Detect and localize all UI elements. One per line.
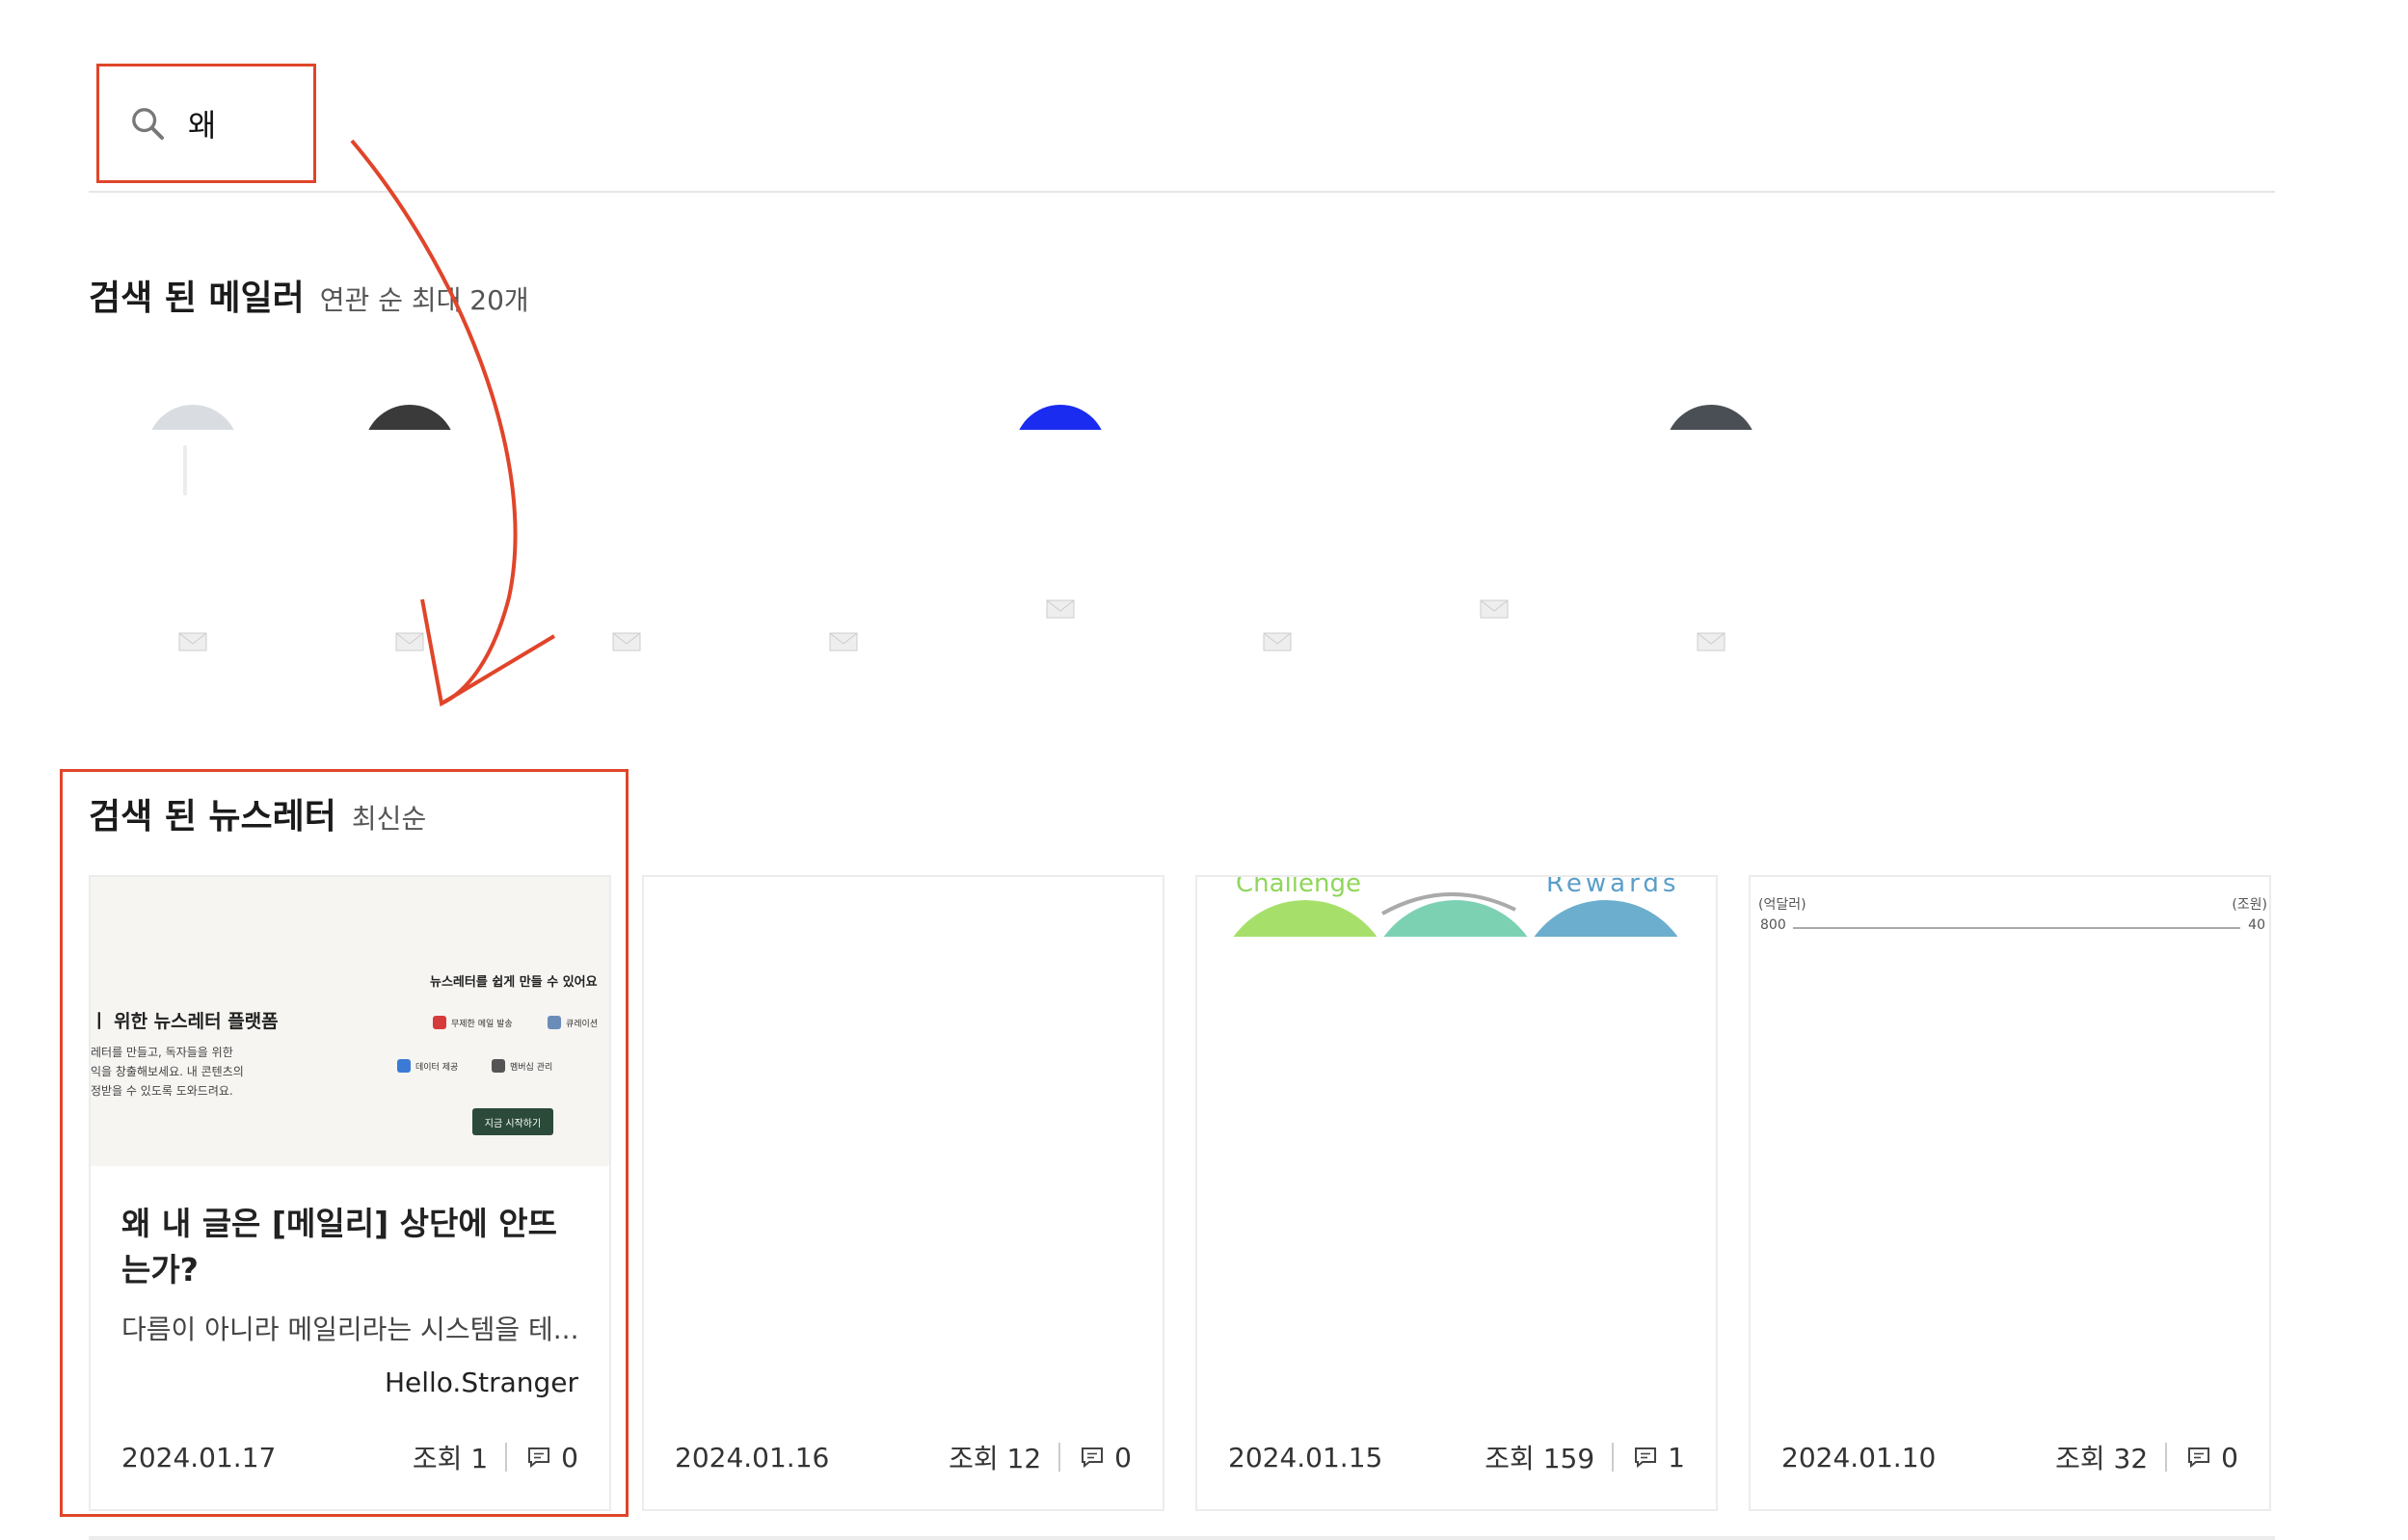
comment-icon	[2188, 1447, 2210, 1469]
envelope-icon[interactable]	[829, 632, 858, 651]
card-footer: 2024.01.16 조회 12 0	[675, 1438, 1132, 1476]
member-icon	[492, 1059, 505, 1073]
mailer-list	[89, 395, 1785, 684]
card-date: 2024.01.10	[1781, 1441, 1937, 1474]
card-author[interactable]: Hello.Stranger	[385, 1367, 578, 1398]
avatar-edge	[183, 445, 187, 495]
card-views: 조회 32	[2055, 1443, 2149, 1474]
mailer-item[interactable]	[569, 395, 684, 684]
thumb-value-left: 800	[1760, 917, 1786, 933]
chart-icon	[397, 1059, 411, 1073]
search-box[interactable]: 왜	[96, 64, 316, 183]
comment-icon	[528, 1447, 550, 1469]
thumb-graphic	[1233, 891, 1678, 937]
separator	[2165, 1443, 2168, 1472]
card-views: 조회 1	[412, 1443, 489, 1474]
avatar[interactable]	[352, 405, 468, 430]
card-date: 2024.01.17	[121, 1441, 277, 1474]
mailer-item[interactable]	[1653, 395, 1769, 684]
thumb-feature: 데이터 제공	[397, 1059, 458, 1073]
card-title[interactable]: 왜 내 글은 [메일리] 상단에 안뜨는가?	[121, 1201, 584, 1293]
divider	[89, 191, 2275, 193]
envelope-icon[interactable]	[178, 632, 207, 651]
curation-icon	[548, 1016, 561, 1029]
newsletter-card[interactable]: Challenge Rewards 2024.01.15 조회 159 1	[1195, 875, 1718, 1511]
mailer-item[interactable]	[135, 395, 251, 684]
mailers-subtitle: 연관 순 최대 20개	[319, 284, 529, 316]
card-comments: 0	[526, 1442, 578, 1474]
envelope-icon[interactable]	[395, 632, 424, 651]
card-thumbnail: 뉴스레터를 쉽게 만들 수 있어요 ㅣ 위한 뉴스레터 플랫폼 레터를 만들고,…	[91, 877, 609, 1166]
thumb-cta-button: 지금 시작하기	[472, 1108, 553, 1135]
envelope-icon[interactable]	[1697, 632, 1726, 651]
mailer-item[interactable]	[352, 395, 468, 684]
thumb-right-title: 뉴스레터를 쉽게 만들 수 있어요	[430, 975, 598, 990]
card-comments: 0	[2186, 1442, 2238, 1474]
card-description: 다름이 아니라 메일리라는 시스템을 테...	[121, 1314, 579, 1345]
card-date: 2024.01.15	[1228, 1441, 1383, 1474]
separator	[505, 1443, 508, 1472]
thumb-headline: ㅣ 위한 뉴스레터 플랫폼	[91, 1011, 279, 1032]
envelope-icon[interactable]	[1480, 599, 1509, 619]
avatar[interactable]	[1653, 405, 1769, 430]
newsletter-card[interactable]: 2024.01.16 조회 12 0	[642, 875, 1164, 1511]
thumb-body: 레터를 만들고, 독자들을 위한 익을 창출해보세요. 내 콘텐츠의 정받을 수…	[91, 1046, 244, 1098]
mailer-item[interactable]	[1003, 395, 1118, 684]
mailers-section-title: 검색 된 메일러 연관 순 최대 20개	[89, 270, 529, 320]
mailer-item[interactable]	[1436, 395, 1552, 684]
search-input[interactable]: 왜	[188, 101, 216, 146]
thumb-unit-right: (조원)	[2232, 897, 2267, 913]
comment-icon	[1635, 1447, 1657, 1469]
card-comments: 0	[1080, 1442, 1132, 1474]
envelope-icon[interactable]	[1046, 599, 1075, 619]
search-icon	[132, 108, 164, 140]
thumb-feature: 무제한 메일 발송	[433, 1016, 513, 1029]
next-row-edge	[89, 1536, 2275, 1540]
avatar[interactable]	[135, 405, 251, 430]
thumb-feature: 멤버십 관리	[492, 1059, 552, 1073]
comment-icon	[1082, 1447, 1104, 1469]
avatar[interactable]	[1003, 405, 1118, 430]
card-footer: 2024.01.15 조회 159 1	[1228, 1438, 1685, 1476]
newsletter-card[interactable]: 뉴스레터를 쉽게 만들 수 있어요 ㅣ 위한 뉴스레터 플랫폼 레터를 만들고,…	[89, 875, 611, 1511]
mailer-item[interactable]	[1219, 395, 1335, 684]
mailer-item[interactable]	[786, 395, 901, 684]
card-thumbnail: (억달러) (조원) 800 40	[1751, 877, 2269, 937]
newsletter-card[interactable]: (억달러) (조원) 800 40 2024.01.10 조회 32 0	[1749, 875, 2271, 1511]
card-footer: 2024.01.17 조회 1 0	[121, 1438, 578, 1476]
card-views: 조회 159	[1485, 1443, 1595, 1474]
card-views: 조회 12	[949, 1443, 1042, 1474]
envelope-icon[interactable]	[1263, 632, 1292, 651]
separator	[1612, 1443, 1615, 1472]
card-thumbnail: Challenge Rewards	[1197, 877, 1716, 937]
card-footer: 2024.01.10 조회 32 0	[1781, 1438, 2238, 1476]
thumb-axis-line	[1793, 927, 2240, 929]
card-date: 2024.01.16	[675, 1441, 830, 1474]
thumb-value-right: 40	[2248, 917, 2265, 933]
thumb-feature: 큐레이션	[548, 1016, 598, 1029]
mailbox-icon	[433, 1016, 446, 1029]
thumb-unit-left: (억달러)	[1758, 897, 1806, 913]
card-comments: 1	[1633, 1442, 1685, 1474]
mailers-title: 검색 된 메일러	[89, 279, 305, 318]
separator	[1058, 1443, 1061, 1472]
envelope-icon[interactable]	[612, 632, 641, 651]
